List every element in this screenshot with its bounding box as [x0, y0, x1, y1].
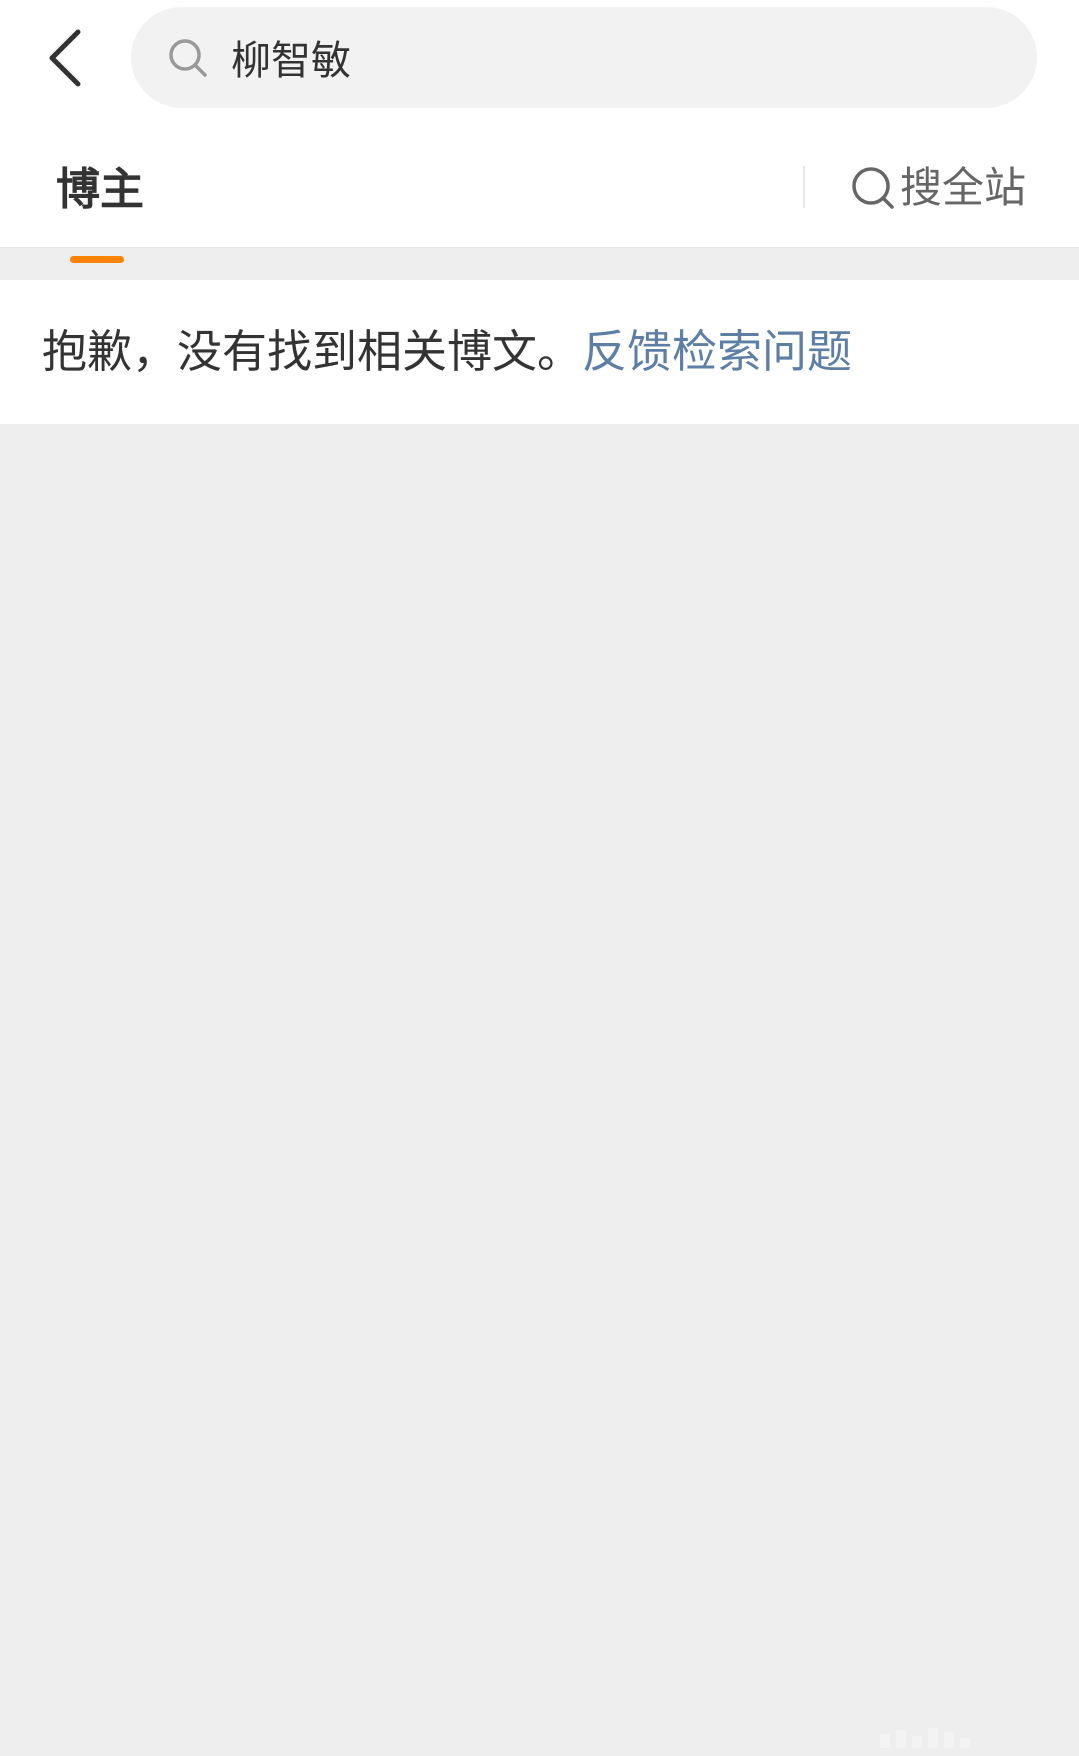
- back-arrow-icon: [49, 29, 81, 87]
- search-icon: [850, 165, 896, 211]
- system-nav-indicator: [880, 1726, 1070, 1748]
- active-tab-indicator: [70, 256, 124, 263]
- tab-bloggers-label: 博主: [56, 164, 144, 215]
- no-results-text: 抱歉，没有找到相关博文。反馈检索问题: [42, 322, 852, 382]
- search-box[interactable]: [131, 7, 1037, 108]
- back-button[interactable]: [28, 22, 100, 94]
- no-results-notice: 抱歉，没有找到相关博文。反馈检索问题: [0, 280, 1079, 424]
- search-all-label: 搜全站: [900, 163, 1027, 212]
- tab-divider: [803, 166, 805, 208]
- search-input[interactable]: [231, 27, 991, 87]
- feedback-link[interactable]: 反馈检索问题: [582, 325, 852, 378]
- header-divider: [0, 247, 1079, 248]
- no-results-message: 抱歉，没有找到相关博文。: [42, 325, 583, 378]
- tab-bloggers[interactable]: 博主: [56, 160, 144, 263]
- search-all-button[interactable]: 搜全站: [850, 158, 1026, 218]
- tab-bar: 博主 搜全站: [0, 136, 1079, 263]
- search-icon: [167, 37, 209, 79]
- top-bar: 博主 搜全站: [0, 0, 1079, 263]
